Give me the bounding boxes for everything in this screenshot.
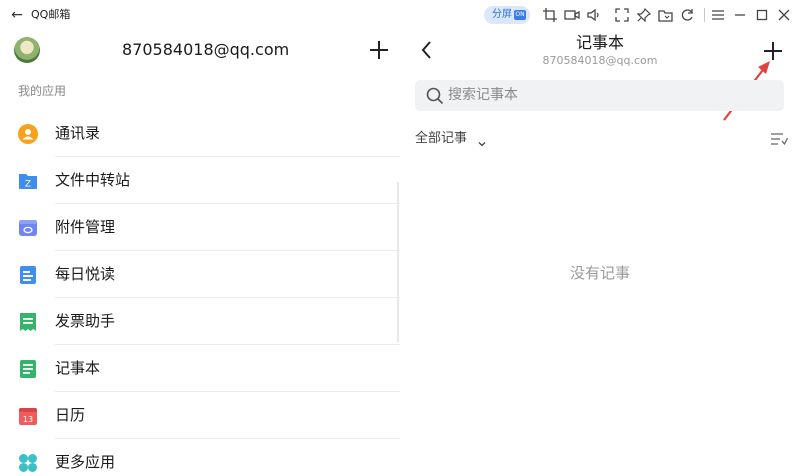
invoice-icon [18, 312, 38, 332]
notebook-pane: 记事本 870584018@qq.com 搜索记事本 全部记事 没有记事 [400, 30, 800, 476]
menu-icon[interactable] [709, 6, 727, 24]
app-label: 发票助手 [55, 312, 116, 330]
crop-icon[interactable] [541, 6, 559, 24]
app-item-contacts[interactable]: 通讯录 [0, 110, 400, 157]
close-icon[interactable] [775, 6, 793, 24]
app-label: 文件中转站 [55, 171, 131, 189]
account-email[interactable]: 870584018@qq.com [122, 40, 289, 60]
search-input[interactable]: 搜索记事本 [415, 80, 784, 111]
apps-pane: 870584018@qq.com 我的应用 通讯录 Z 文件中转站 附件管理 每… [0, 30, 400, 476]
app-label: 更多应用 [55, 453, 116, 471]
window-title: QQ邮箱 [31, 8, 71, 21]
app-item-invoice[interactable]: 发票助手 [0, 298, 400, 345]
page-title: 记事本 [575, 33, 624, 52]
search-placeholder: 搜索记事本 [448, 87, 518, 103]
notebook-icon [18, 359, 38, 379]
empty-state-text: 没有记事 [569, 264, 630, 282]
app-item-notebook[interactable]: 记事本 [0, 345, 400, 392]
file-transfer-icon: Z [18, 171, 38, 191]
app-item-more-apps[interactable]: 更多应用 [0, 439, 400, 476]
app-item-attachments[interactable]: 附件管理 [0, 204, 400, 251]
more-apps-icon [18, 453, 38, 473]
filter-dropdown[interactable]: 全部记事 [415, 130, 467, 148]
section-label-my-apps: 我的应用 [18, 84, 67, 98]
chevron-down-icon[interactable] [477, 134, 487, 147]
video-icon[interactable] [563, 6, 581, 24]
title-bar: ← QQ邮箱 分屏 ON [0, 0, 800, 30]
app-item-daily-reading[interactable]: 每日悦读 [0, 251, 400, 298]
search-icon [425, 86, 445, 106]
app-item-calendar[interactable]: 13 日历 [0, 392, 400, 439]
folder-icon[interactable] [656, 6, 674, 24]
rotate-icon[interactable] [678, 6, 696, 24]
app-label: 附件管理 [55, 218, 116, 236]
speaker-icon[interactable] [585, 6, 603, 24]
pin-icon[interactable] [635, 6, 653, 24]
split-screen-label: 分屏 [492, 9, 512, 20]
app-label: 日历 [55, 406, 86, 424]
calendar-day: 13 [23, 415, 33, 424]
avatar[interactable] [14, 37, 40, 63]
app-item-file-transfer[interactable]: Z 文件中转站 [0, 157, 400, 204]
back-arrow-icon[interactable]: ← [8, 5, 26, 25]
daily-reading-icon [18, 265, 38, 285]
titlebar-divider [704, 8, 705, 22]
calendar-icon: 13 [18, 406, 38, 426]
app-label: 记事本 [55, 359, 101, 377]
attachment-icon [18, 218, 38, 238]
app-label: 每日悦读 [55, 265, 116, 283]
add-icon[interactable] [368, 39, 390, 61]
scroll-track [397, 182, 399, 342]
app-label: 通讯录 [55, 124, 101, 142]
sort-icon[interactable] [770, 130, 789, 148]
svg-text:Z: Z [25, 180, 31, 190]
split-screen-badge[interactable]: 分屏 ON [484, 6, 530, 24]
contacts-icon [18, 124, 38, 144]
maximize-icon[interactable] [753, 6, 771, 24]
minimize-icon[interactable] [731, 6, 749, 24]
split-screen-state: ON [514, 10, 526, 20]
fullscreen-icon[interactable] [613, 6, 631, 24]
